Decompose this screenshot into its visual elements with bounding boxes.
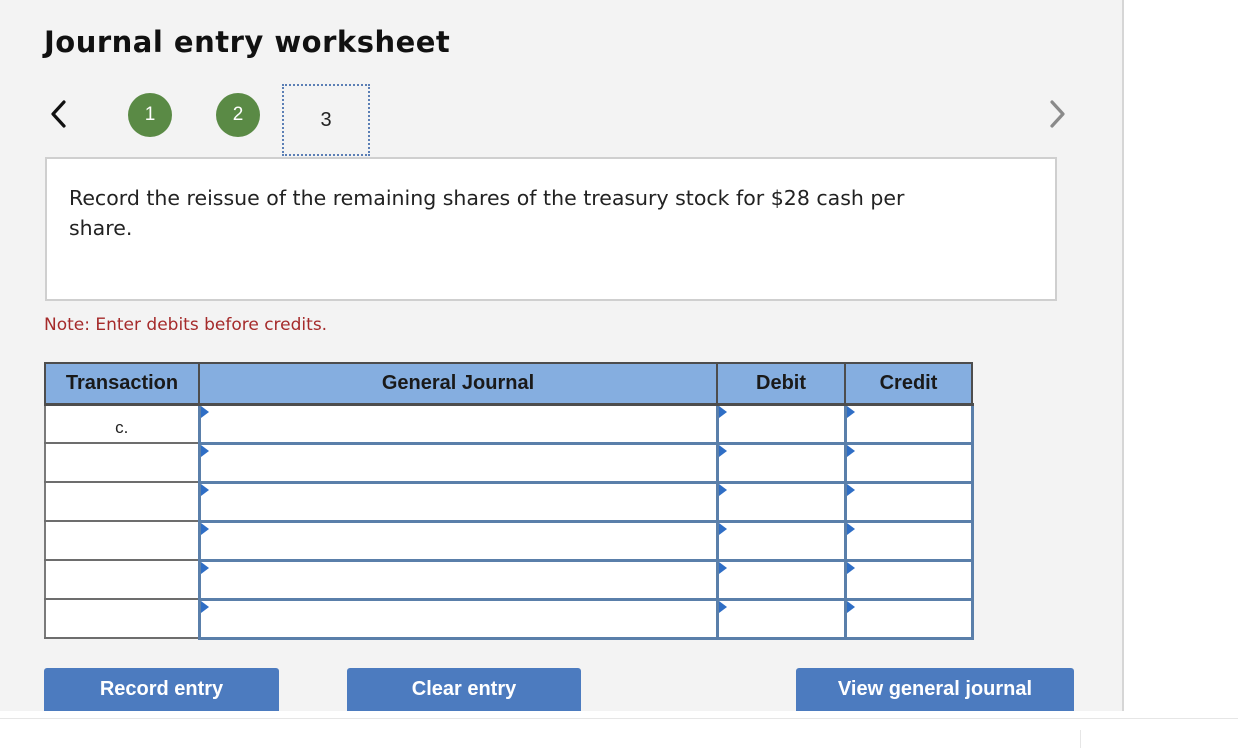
header-general-journal: General Journal xyxy=(198,362,718,406)
debit-input[interactable] xyxy=(718,522,844,559)
step-1-button[interactable]: 1 xyxy=(128,93,172,137)
panel-divider xyxy=(1122,0,1124,711)
transaction-label xyxy=(46,483,198,495)
credit-cell[interactable] xyxy=(843,598,974,640)
transaction-label xyxy=(46,600,198,612)
triangle-marker-icon xyxy=(846,600,855,613)
account-input[interactable] xyxy=(200,483,716,520)
credit-input[interactable] xyxy=(846,405,971,442)
triangle-marker-icon xyxy=(200,600,209,613)
credit-cell[interactable] xyxy=(843,520,974,562)
triangle-marker-icon xyxy=(718,561,727,574)
transaction-cell: c. xyxy=(44,403,200,444)
header-credit: Credit xyxy=(844,362,973,406)
header-debit: Debit xyxy=(716,362,846,406)
triangle-marker-icon xyxy=(200,522,209,535)
account-input[interactable] xyxy=(200,561,716,598)
prompt-box: Record the reissue of the remaining shar… xyxy=(45,157,1057,301)
credit-input[interactable] xyxy=(846,522,971,559)
debit-cell[interactable] xyxy=(715,442,847,484)
transaction-label xyxy=(46,522,198,534)
triangle-marker-icon xyxy=(846,561,855,574)
transaction-cell xyxy=(44,598,200,639)
table-row xyxy=(44,481,974,523)
triangle-marker-icon xyxy=(718,405,727,418)
note-text: Note: Enter debits before credits. xyxy=(44,315,328,335)
account-input[interactable] xyxy=(200,600,716,637)
credit-input[interactable] xyxy=(846,444,971,481)
triangle-marker-icon xyxy=(846,522,855,535)
transaction-cell xyxy=(44,559,200,600)
chevron-right-icon xyxy=(1050,100,1065,128)
triangle-marker-icon xyxy=(200,561,209,574)
prompt-text: Record the reissue of the remaining shar… xyxy=(69,186,905,240)
transaction-label: c. xyxy=(115,417,129,437)
prev-step-button[interactable] xyxy=(46,97,72,131)
account-input[interactable] xyxy=(200,444,716,481)
debit-cell[interactable] xyxy=(715,403,847,445)
footer-tick xyxy=(1080,730,1081,748)
account-input[interactable] xyxy=(200,405,716,442)
credit-input[interactable] xyxy=(846,600,971,637)
table-header-row: Transaction General Journal Debit Credit xyxy=(44,362,973,406)
chevron-left-icon xyxy=(51,100,66,128)
view-general-journal-button[interactable]: View general journal xyxy=(796,668,1074,711)
transaction-label xyxy=(46,561,198,573)
credit-cell[interactable] xyxy=(843,403,974,445)
triangle-marker-icon xyxy=(846,483,855,496)
triangle-marker-icon xyxy=(846,405,855,418)
transaction-label xyxy=(46,444,198,456)
credit-cell[interactable] xyxy=(843,442,974,484)
triangle-marker-icon xyxy=(718,483,727,496)
triangle-marker-icon xyxy=(718,444,727,457)
debit-input[interactable] xyxy=(718,405,844,442)
account-cell[interactable] xyxy=(197,559,719,601)
transaction-cell xyxy=(44,442,200,483)
credit-cell[interactable] xyxy=(843,559,974,601)
debit-input[interactable] xyxy=(718,561,844,598)
triangle-marker-icon xyxy=(718,600,727,613)
triangle-marker-icon xyxy=(200,483,209,496)
transaction-cell xyxy=(44,520,200,561)
debit-cell[interactable] xyxy=(715,598,847,640)
credit-input[interactable] xyxy=(846,483,971,520)
account-cell[interactable] xyxy=(197,403,719,445)
triangle-marker-icon xyxy=(718,522,727,535)
account-cell[interactable] xyxy=(197,481,719,523)
table-row: c. xyxy=(44,403,974,445)
debit-cell[interactable] xyxy=(715,481,847,523)
record-entry-button[interactable]: Record entry xyxy=(44,668,279,711)
table-row xyxy=(44,442,974,484)
debit-input[interactable] xyxy=(718,483,844,520)
triangle-marker-icon xyxy=(200,444,209,457)
debit-cell[interactable] xyxy=(715,559,847,601)
credit-input[interactable] xyxy=(846,561,971,598)
header-transaction: Transaction xyxy=(44,362,200,406)
account-cell[interactable] xyxy=(197,520,719,562)
debit-input[interactable] xyxy=(718,444,844,481)
transaction-cell xyxy=(44,481,200,522)
page-title: Journal entry worksheet xyxy=(44,25,451,59)
account-cell[interactable] xyxy=(197,598,719,640)
account-cell[interactable] xyxy=(197,442,719,484)
credit-cell[interactable] xyxy=(843,481,974,523)
table-row xyxy=(44,520,974,562)
footer-divider xyxy=(0,718,1238,719)
triangle-marker-icon xyxy=(200,405,209,418)
journal-table: Transaction General Journal Debit Credit… xyxy=(44,362,974,640)
account-input[interactable] xyxy=(200,522,716,559)
clear-entry-button[interactable]: Clear entry xyxy=(347,668,581,711)
step-3-button[interactable]: 3 xyxy=(282,84,370,156)
next-step-button[interactable] xyxy=(1044,97,1070,131)
table-row xyxy=(44,598,974,640)
debit-cell[interactable] xyxy=(715,520,847,562)
step-2-button[interactable]: 2 xyxy=(216,93,260,137)
table-row xyxy=(44,559,974,601)
triangle-marker-icon xyxy=(846,444,855,457)
debit-input[interactable] xyxy=(718,600,844,637)
